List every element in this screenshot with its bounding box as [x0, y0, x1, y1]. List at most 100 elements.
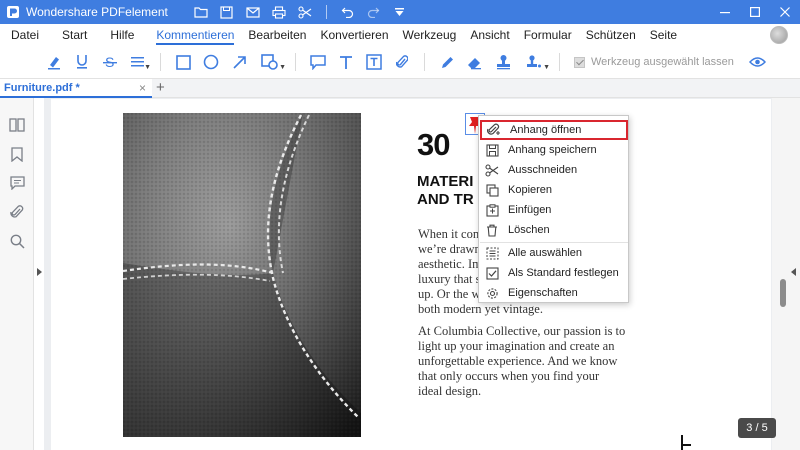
underline-tool-button[interactable]	[68, 48, 96, 76]
page-indicator: 3 / 5	[738, 418, 776, 438]
note-tool-button[interactable]	[304, 48, 332, 76]
title-bar: Wondershare PDFelement	[0, 0, 800, 24]
new-tab-button[interactable]: +	[156, 79, 165, 97]
menu-formular[interactable]: Formular	[517, 24, 579, 46]
rectangle-tool-button[interactable]	[169, 48, 197, 76]
collapse-right-panel-icon[interactable]	[791, 268, 796, 276]
keep-tool-checkbox[interactable]	[574, 56, 585, 68]
menu-item-save-attachment[interactable]: Anhang speichern	[480, 140, 628, 160]
email-button[interactable]	[240, 0, 266, 24]
menu-item-label: Kopieren	[508, 184, 553, 196]
customize-quick-access-button[interactable]	[387, 0, 413, 24]
save-icon	[220, 5, 233, 19]
arrow-tool-button[interactable]	[225, 48, 253, 76]
dropdown-menu-icon	[395, 8, 405, 16]
search-panel-button[interactable]	[8, 232, 26, 250]
minimize-button[interactable]	[710, 0, 740, 24]
menu-seite[interactable]: Seite	[643, 24, 684, 46]
menu-item-paste[interactable]: Einfügen	[480, 200, 628, 220]
section-heading-line-2: AND TR	[417, 191, 474, 208]
show-annotations-toggle[interactable]	[744, 48, 772, 76]
keep-tool-label: Werkzeug ausgewählt lassen	[591, 56, 734, 68]
thumbnails-button[interactable]	[8, 116, 26, 134]
signature-tool-button[interactable]: ▼	[517, 48, 551, 76]
text-line: ideal design.	[418, 384, 482, 398]
menu-item-open-attachment[interactable]: Anhang öffnen	[480, 120, 628, 140]
copy-icon	[485, 183, 499, 197]
arrow-icon	[232, 55, 246, 69]
text-tool-button[interactable]	[332, 48, 360, 76]
text-line: At Columbia Collective, our passion is t…	[418, 324, 626, 338]
print-button[interactable]	[266, 0, 292, 24]
window-controls	[710, 0, 800, 24]
toolbar-separator	[559, 53, 560, 71]
menu-item-label: Alle auswählen	[508, 247, 582, 259]
highlighter-icon	[48, 57, 60, 70]
toolbar-separator	[295, 53, 296, 71]
menu-schuetzen[interactable]: Schützen	[579, 24, 643, 46]
close-tab-icon[interactable]: ×	[139, 81, 146, 95]
rectangle-icon	[175, 54, 191, 70]
search-icon	[10, 234, 25, 249]
maximize-icon	[750, 7, 760, 17]
leather-photo	[123, 113, 361, 437]
menu-item-set-as-default[interactable]: Als Standard festlegen	[480, 263, 628, 283]
redo-button[interactable]	[361, 0, 387, 24]
stamp-tool-button[interactable]	[489, 48, 517, 76]
toolbar-separator	[325, 5, 327, 19]
shapes-icon	[261, 54, 278, 70]
attachments-panel-button[interactable]	[8, 203, 26, 221]
open-folder-button[interactable]	[188, 0, 214, 24]
menu-item-copy[interactable]: Kopieren	[480, 180, 628, 200]
tab-furniture-pdf[interactable]: Furniture.pdf * ×	[0, 79, 152, 98]
oval-tool-button[interactable]	[197, 48, 225, 76]
collapse-left-panel-icon[interactable]	[37, 268, 42, 276]
menu-item-cut[interactable]: Ausschneiden	[480, 160, 628, 180]
eraser-tool-button[interactable]	[461, 48, 489, 76]
chevron-down-icon: ▼	[543, 64, 550, 71]
save-button[interactable]	[214, 0, 240, 24]
trash-icon	[485, 223, 499, 237]
menu-hilfe[interactable]: Hilfe	[94, 24, 141, 46]
menu-datei[interactable]: Datei	[4, 24, 46, 46]
text-cursor-foot	[681, 444, 691, 446]
menu-ansicht[interactable]: Ansicht	[463, 24, 516, 46]
keep-tool-selected-option[interactable]: Werkzeug ausgewählt lassen	[574, 56, 734, 68]
menu-konvertieren[interactable]: Konvertieren	[313, 24, 395, 46]
highlight-tool-button[interactable]	[40, 48, 68, 76]
quick-access-toolbar	[188, 0, 413, 24]
circle-icon	[203, 54, 219, 70]
toolbar-separator	[160, 53, 161, 71]
user-avatar[interactable]	[770, 26, 788, 44]
menu-item-properties[interactable]: Eigenschaften	[480, 283, 628, 303]
shapes-tool-button[interactable]: ▼	[253, 48, 287, 76]
close-window-button[interactable]	[770, 0, 800, 24]
comments-panel-button[interactable]	[8, 174, 26, 192]
menu-start[interactable]: Start	[46, 24, 94, 46]
cut-quick-button[interactable]	[292, 0, 318, 24]
menu-kommentieren[interactable]: Kommentieren	[149, 24, 241, 46]
menu-werkzeug[interactable]: Werkzeug	[396, 24, 464, 46]
checkbox-icon	[485, 266, 499, 280]
menu-item-label: Eigenschaften	[508, 287, 578, 299]
attachment-tool-button[interactable]	[388, 48, 416, 76]
vertical-scrollbar-thumb[interactable]	[780, 279, 786, 307]
menu-item-select-all[interactable]: Alle auswählen	[480, 243, 628, 263]
tab-label: Furniture.pdf *	[4, 81, 80, 94]
left-sidebar	[0, 98, 34, 450]
menu-item-label: Als Standard festlegen	[508, 267, 619, 279]
scissors-icon	[485, 163, 499, 177]
bookmarks-button[interactable]	[8, 145, 26, 163]
maximize-button[interactable]	[740, 0, 770, 24]
undo-button[interactable]	[335, 0, 361, 24]
strikethrough-tool-button[interactable]: S	[96, 48, 124, 76]
pdfelement-logo-icon	[7, 6, 19, 18]
signature-stamp-icon	[527, 55, 541, 68]
textbox-tool-button[interactable]	[360, 48, 388, 76]
speech-bubble-icon	[310, 54, 326, 70]
minimize-icon	[720, 12, 730, 14]
menu-bearbeiten[interactable]: Bearbeiten	[241, 24, 313, 46]
line-style-tool-button[interactable]: ▼	[124, 48, 152, 76]
menu-item-delete[interactable]: Löschen	[480, 220, 628, 240]
pencil-tool-button[interactable]	[433, 48, 461, 76]
